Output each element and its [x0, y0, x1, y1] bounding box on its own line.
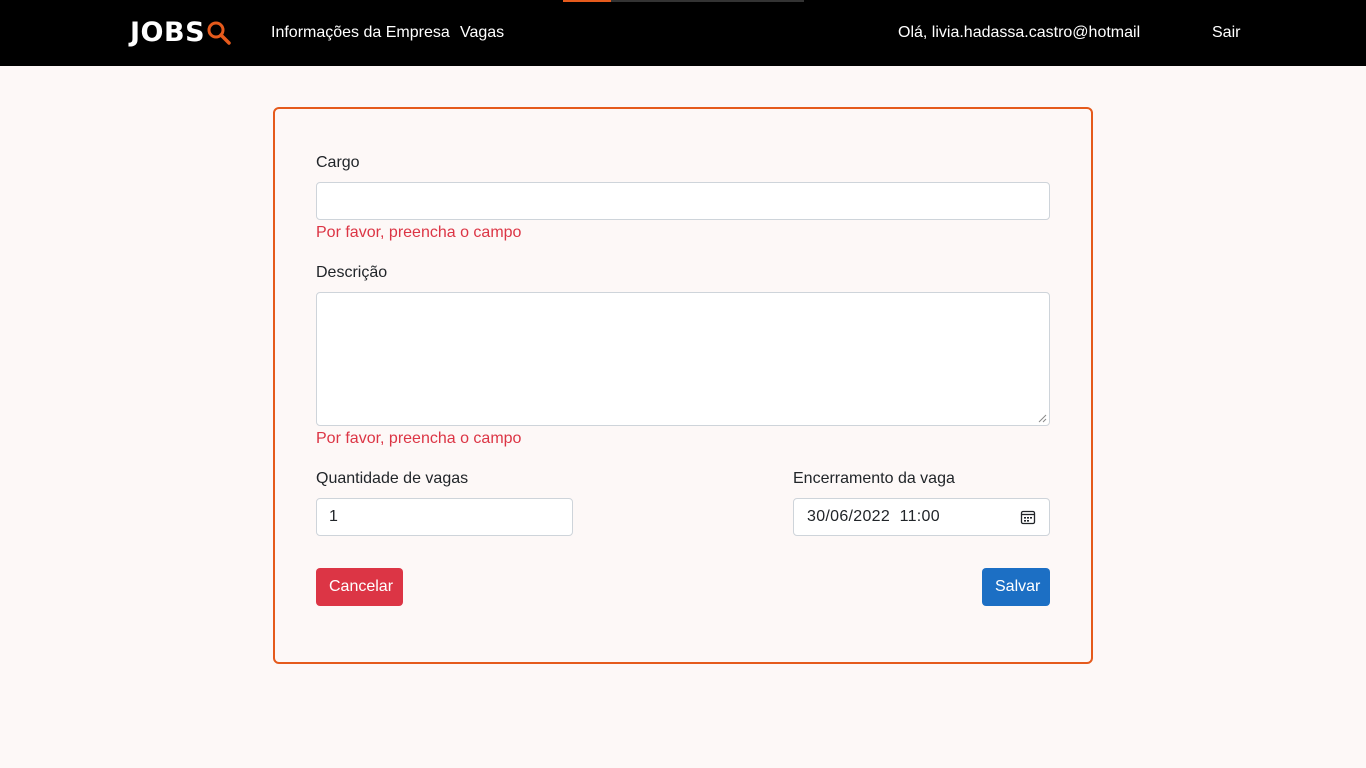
quantidade-label: Quantidade de vagas: [316, 470, 469, 487]
logout-link[interactable]: Sair: [1212, 23, 1240, 43]
job-form-card: Cargo Por favor, preencha o campo Descri…: [273, 107, 1093, 664]
nav-link-empresa[interactable]: Informações da Empresa: [271, 23, 450, 43]
nav-link-vagas[interactable]: Vagas: [460, 23, 504, 43]
save-button[interactable]: Salvar: [982, 568, 1050, 606]
loading-progress-fill: [563, 0, 612, 2]
cancel-button[interactable]: Cancelar: [316, 568, 403, 606]
top-navbar: JOBS Informações da Empresa Vagas Olá, l…: [0, 0, 1366, 66]
magnifier-icon: [207, 21, 231, 45]
descricao-textarea[interactable]: [316, 292, 1050, 426]
loading-progress-bar: [563, 0, 804, 2]
jobs-logo[interactable]: JOBS: [130, 14, 232, 50]
cargo-input[interactable]: [316, 182, 1050, 220]
cargo-label: Cargo: [316, 154, 360, 171]
user-greeting: Olá, livia.hadassa.castro@hotmail: [898, 24, 1141, 41]
encerramento-datetime-input[interactable]: 30/06/2022 11:00: [793, 498, 1050, 536]
descricao-error: Por favor, preencha o campo: [316, 430, 522, 447]
descricao-label: Descrição: [316, 264, 388, 281]
encerramento-label: Encerramento da vaga: [793, 470, 955, 487]
calendar-icon[interactable]: [1020, 509, 1036, 525]
cargo-error: Por favor, preencha o campo: [316, 224, 522, 241]
logo-text: JOBS: [130, 16, 206, 48]
encerramento-value: 30/06/2022 11:00: [807, 508, 940, 525]
quantidade-input[interactable]: [316, 498, 573, 536]
